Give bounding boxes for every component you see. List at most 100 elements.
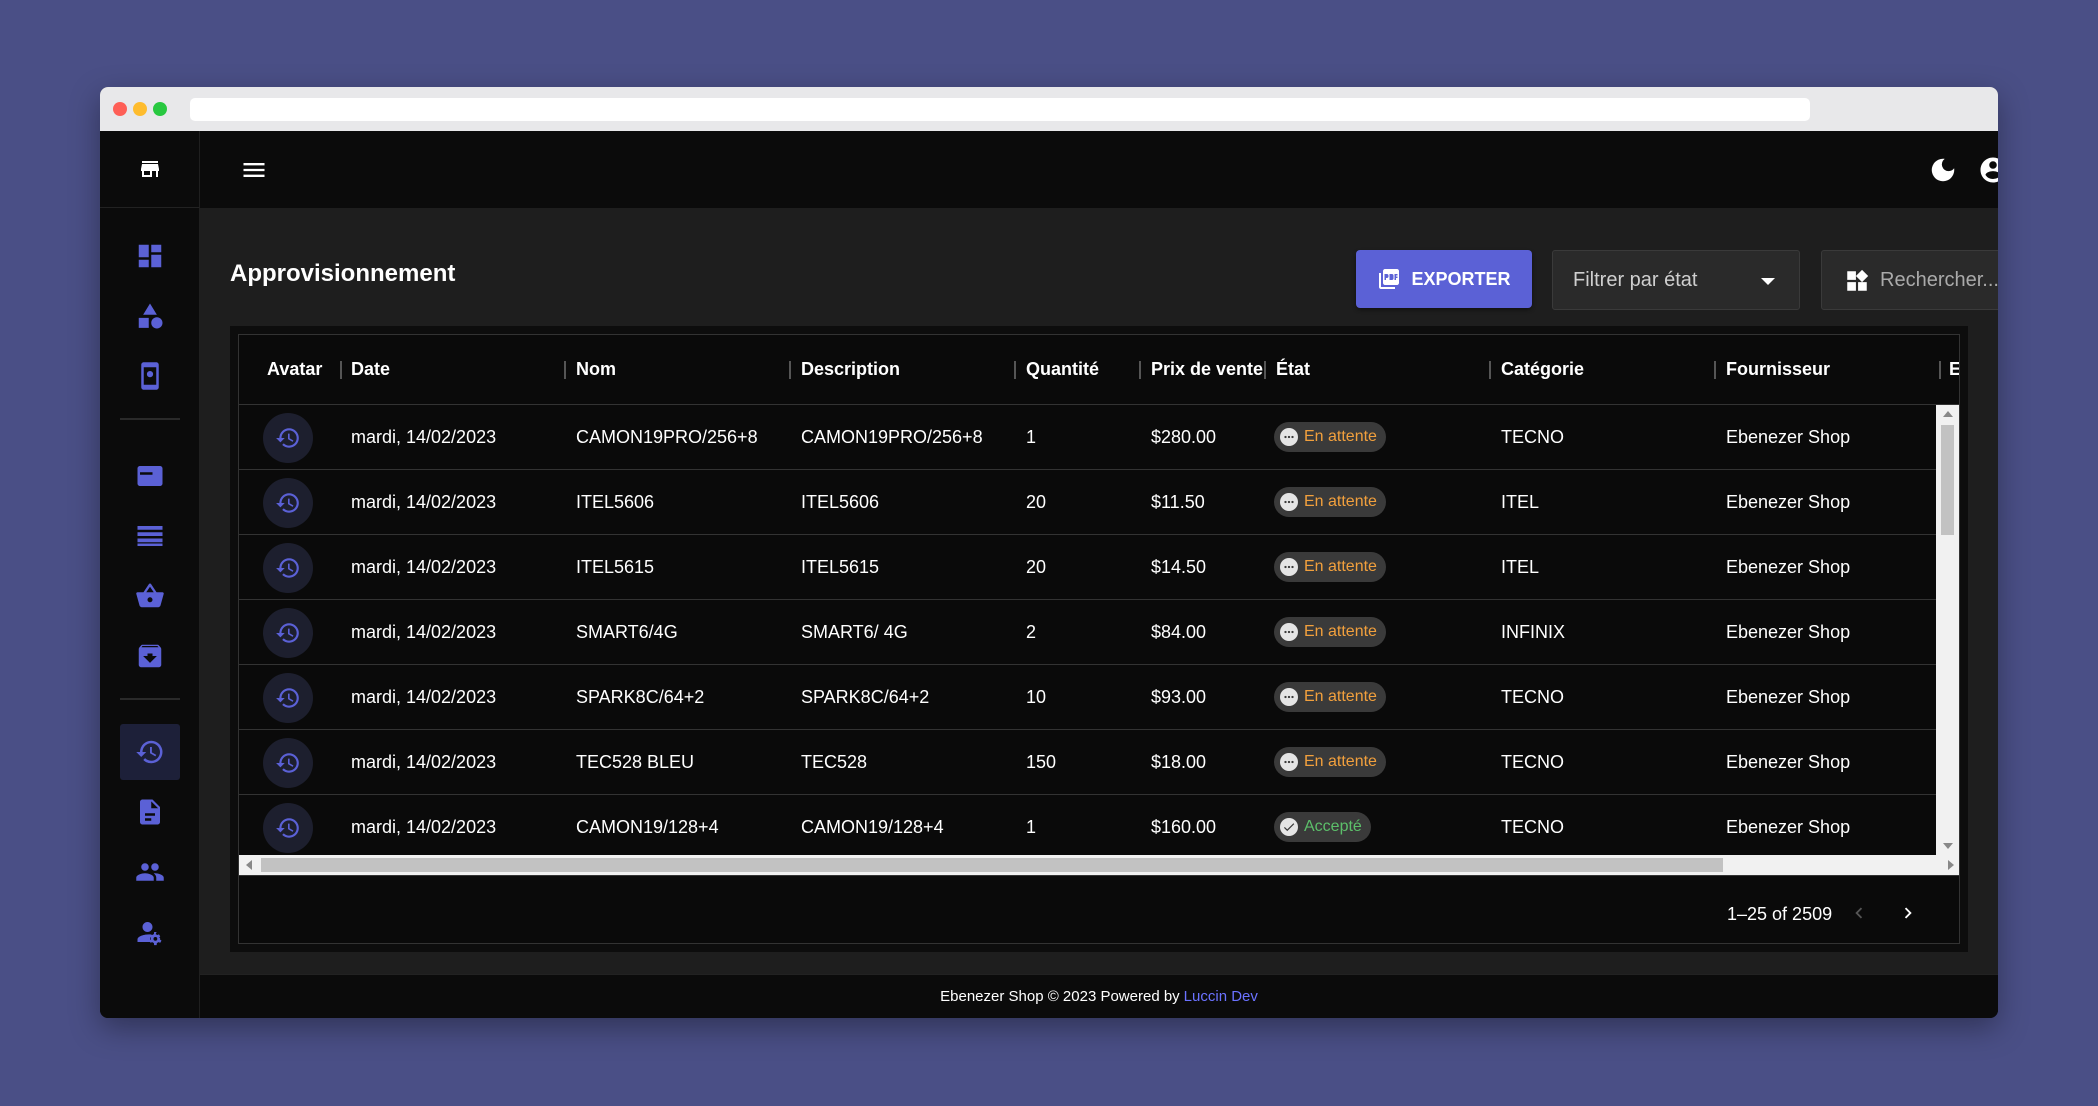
search-box [1821, 250, 1998, 310]
table-row[interactable]: mardi, 14/02/2023 ITEL5615 ITEL5615 20 $14.5… [239, 535, 1936, 600]
cell-nom: SMART6/4G [576, 622, 678, 642]
data-grid: Avatar Date Nom Description Quantité Pri… [238, 334, 1960, 944]
history-icon [276, 493, 299, 513]
column-separator[interactable] [1014, 361, 1016, 379]
maximize-window-button[interactable] [153, 102, 167, 116]
status-chip: En attente [1274, 552, 1386, 582]
footer-link[interactable]: Luccin Dev [1184, 988, 1258, 1005]
column-header-quantite[interactable]: Quantité [1026, 359, 1099, 380]
status-chip: En attente [1274, 422, 1386, 452]
column-header-date[interactable]: Date [351, 359, 390, 380]
column-header-description[interactable]: Description [801, 359, 900, 380]
minimize-window-button[interactable] [133, 102, 147, 116]
table-row[interactable]: mardi, 14/02/2023 CAMON19/128+4 CAMON19/12… [239, 795, 1936, 860]
status-chip-label: En attente [1304, 753, 1377, 770]
check-circle-icon [1280, 818, 1298, 836]
horizontal-scrollbar[interactable] [239, 855, 1959, 875]
row-avatar [263, 673, 313, 723]
cell-date: mardi, 14/02/2023 [351, 492, 497, 512]
history-icon [276, 428, 299, 448]
store-logo[interactable] [100, 131, 199, 208]
table-row[interactable]: mardi, 14/02/2023 CAMON19PRO/256+8 CAMON19… [239, 405, 1936, 470]
cell-date: mardi, 14/02/2023 [351, 427, 497, 447]
history-icon [136, 740, 163, 764]
horizontal-scroll-thumb[interactable] [261, 858, 1723, 872]
app-footer: Ebenezer Shop © 2023 Powered by Luccin D… [200, 974, 1998, 1018]
cell-description: CAMON19/128+4 [801, 817, 944, 837]
scroll-up-arrow[interactable] [1943, 411, 1953, 417]
sidebar-item-documents[interactable] [120, 784, 180, 840]
column-header-categorie[interactable]: Catégorie [1501, 359, 1584, 380]
cell-fournisseur: Ebenezer Shop [1726, 752, 1851, 772]
footer-text: Ebenezer Shop © 2023 Powered by [940, 988, 1180, 1005]
scroll-down-arrow[interactable] [1943, 843, 1953, 849]
sidebar-item-people[interactable] [120, 844, 180, 900]
account-button[interactable] [1978, 155, 1998, 185]
pending-icon [1280, 753, 1298, 771]
dashboard-icon [138, 244, 162, 268]
dark-mode-toggle[interactable] [1928, 155, 1958, 185]
sidebar-item-categories[interactable] [120, 288, 180, 344]
sidebar-item-history[interactable] [120, 724, 180, 780]
sidebar-item-list[interactable] [120, 508, 180, 564]
cell-description: ITEL5615 [801, 557, 880, 577]
cell-fournisseur: Ebenezer Shop [1726, 427, 1851, 447]
table-row[interactable]: mardi, 14/02/2023 ITEL5606 ITEL5606 20 $11.5… [239, 470, 1936, 535]
column-separator[interactable] [1489, 361, 1491, 379]
column-header-prix[interactable]: Prix de vente [1151, 359, 1263, 380]
column-header-avatar[interactable]: Avatar [267, 359, 322, 380]
category-icon [138, 303, 163, 329]
status-filter-select[interactable]: Filtrer par état [1552, 250, 1800, 310]
sidebar-item-dashboard[interactable] [120, 228, 180, 284]
sidebar-item-articles[interactable] [120, 448, 180, 504]
cell-prix: $14.50 [1151, 557, 1207, 577]
sidebar-item-devices[interactable] [120, 348, 180, 404]
row-avatar [263, 478, 313, 528]
previous-page-button[interactable] [1842, 896, 1876, 930]
export-button-label: EXPORTER [1411, 268, 1511, 289]
column-separator[interactable] [1264, 361, 1266, 379]
table-row[interactable]: mardi, 14/02/2023 SPARK8C/64+2 SPARK8C/64+… [239, 665, 1936, 730]
cell-nom: CAMON19PRO/256+8 [576, 427, 758, 447]
search-input[interactable] [1880, 263, 1998, 297]
vertical-scroll-thumb[interactable] [1941, 425, 1954, 535]
grid-footer: 1–25 of 2509 [239, 875, 1959, 943]
table-row[interactable]: mardi, 14/02/2023 TEC528 BLEU TEC528 150 $18… [239, 730, 1936, 795]
table-row[interactable]: mardi, 14/02/2023 SMART6/4G SMART6/ 4G 2 $84… [239, 600, 1936, 665]
basket-icon [136, 583, 164, 608]
column-header-etat[interactable]: État [1276, 359, 1310, 380]
next-page-button[interactable] [1891, 896, 1925, 930]
sidebar-item-user-settings[interactable] [120, 904, 180, 960]
column-separator[interactable] [1714, 361, 1716, 379]
cell-description: TEC528 [801, 752, 868, 772]
column-separator[interactable] [340, 361, 342, 379]
history-icon [276, 818, 299, 838]
browser-chrome [100, 87, 1998, 131]
top-app-bar [200, 131, 1998, 208]
cell-nom: CAMON19/128+4 [576, 817, 719, 837]
sidebar-divider [120, 698, 180, 700]
address-bar[interactable] [190, 98, 1810, 121]
column-separator[interactable] [564, 361, 566, 379]
export-pdf-button[interactable]: EXPORTER [1356, 250, 1532, 308]
column-separator[interactable] [1139, 361, 1141, 379]
status-filter-label: Filtrer par état [1573, 269, 1698, 291]
widgets-icon [1847, 269, 1869, 291]
column-header-fournisseur[interactable]: Fournisseur [1726, 359, 1830, 380]
scroll-right-arrow[interactable] [1948, 860, 1954, 870]
sidebar-item-sales[interactable] [120, 568, 180, 624]
scroll-left-arrow[interactable] [246, 860, 252, 870]
sidebar-item-archive[interactable] [120, 628, 180, 684]
menu-toggle-button[interactable] [240, 156, 268, 184]
close-window-button[interactable] [113, 102, 127, 116]
column-header-nom[interactable]: Nom [576, 359, 616, 380]
device-settings-icon [141, 362, 159, 390]
history-icon [276, 558, 299, 578]
column-separator[interactable] [789, 361, 791, 379]
sidebar-divider [120, 418, 180, 420]
vertical-scrollbar[interactable] [1936, 405, 1959, 855]
status-chip: En attente [1274, 682, 1386, 712]
column-separator[interactable] [1939, 361, 1941, 379]
column-header-truncated[interactable]: E [1949, 359, 1959, 380]
store-icon [140, 161, 159, 177]
